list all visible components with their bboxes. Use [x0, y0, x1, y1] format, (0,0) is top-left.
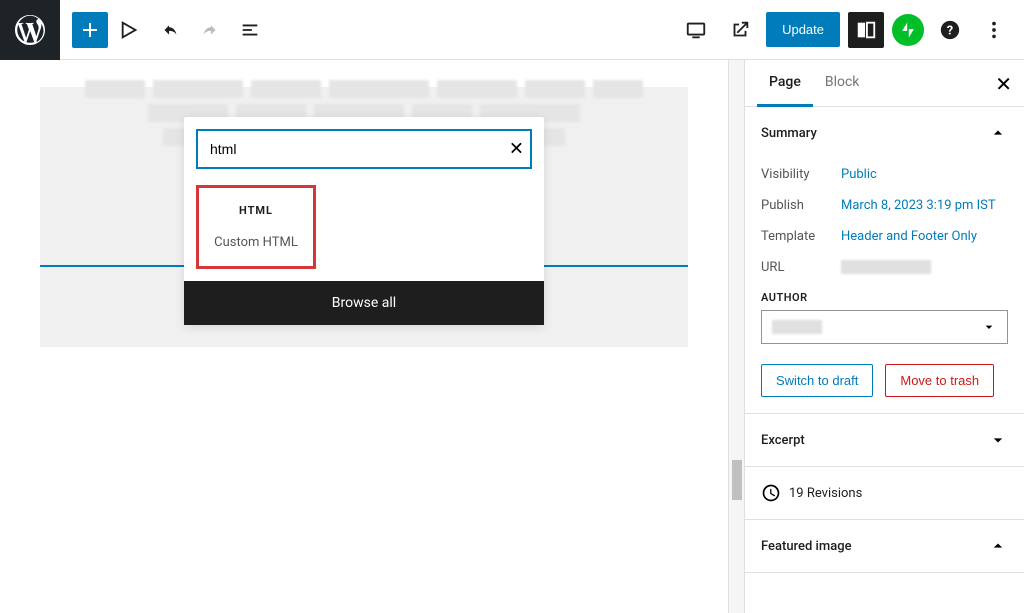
revisions-icon: [761, 483, 781, 503]
view-device-icon[interactable]: [678, 12, 714, 48]
block-label: Custom HTML: [207, 235, 305, 250]
html-block-icon: HTML: [207, 204, 305, 217]
tab-page[interactable]: Page: [757, 60, 813, 107]
switch-to-draft-button[interactable]: Switch to draft: [761, 364, 873, 397]
url-value[interactable]: [841, 260, 1008, 274]
move-to-trash-button[interactable]: Move to trash: [885, 364, 994, 397]
chevron-up-icon: [988, 123, 1008, 143]
visibility-label: Visibility: [761, 167, 841, 182]
template-label: Template: [761, 229, 841, 244]
excerpt-panel-header[interactable]: Excerpt: [745, 414, 1024, 466]
more-options-icon[interactable]: [976, 12, 1012, 48]
add-block-button[interactable]: [72, 12, 108, 48]
block-inserter-popover: ✕ HTML Custom HTML Browse all: [184, 117, 544, 325]
jetpack-icon[interactable]: [892, 14, 924, 46]
author-select[interactable]: [761, 310, 1008, 344]
close-sidebar-icon[interactable]: ✕: [995, 72, 1012, 97]
revisions-link[interactable]: 19 Revisions: [745, 467, 1024, 520]
wordpress-logo[interactable]: [0, 0, 60, 60]
featured-image-title: Featured image: [761, 539, 852, 554]
template-value[interactable]: Header and Footer Only: [841, 229, 1008, 244]
visibility-value[interactable]: Public: [841, 167, 1008, 182]
update-button[interactable]: Update: [766, 12, 840, 47]
revisions-text: 19 Revisions: [789, 486, 862, 501]
author-label: AUTHOR: [761, 291, 1008, 304]
undo-icon[interactable]: [152, 12, 188, 48]
url-label: URL: [761, 260, 841, 275]
redo-icon: [192, 12, 228, 48]
summary-panel-header[interactable]: Summary: [745, 107, 1024, 159]
external-link-icon[interactable]: [722, 12, 758, 48]
summary-title: Summary: [761, 126, 817, 141]
tools-icon[interactable]: [112, 12, 148, 48]
editor-canvas[interactable]: ✕ HTML Custom HTML Browse all: [0, 60, 728, 613]
excerpt-title: Excerpt: [761, 433, 805, 448]
inserter-search-input[interactable]: [196, 129, 532, 169]
help-icon[interactable]: ?: [932, 12, 968, 48]
chevron-up-icon: [988, 536, 1008, 556]
featured-image-panel-header[interactable]: Featured image: [745, 520, 1024, 572]
settings-sidebar: Page Block ✕ Summary Visibility Public P…: [744, 60, 1024, 613]
browse-all-button[interactable]: Browse all: [184, 281, 544, 325]
tab-block[interactable]: Block: [813, 60, 872, 106]
editor-scrollbar[interactable]: [728, 60, 744, 613]
clear-search-icon[interactable]: ✕: [509, 139, 524, 160]
settings-panel-toggle[interactable]: [848, 12, 884, 48]
publish-label: Publish: [761, 198, 841, 213]
chevron-down-icon: [981, 319, 997, 335]
custom-html-block-option[interactable]: HTML Custom HTML: [196, 185, 316, 269]
document-overview-icon[interactable]: [232, 12, 268, 48]
svg-text:?: ?: [947, 23, 953, 38]
chevron-down-icon: [988, 430, 1008, 450]
publish-value[interactable]: March 8, 2023 3:19 pm IST: [841, 198, 1008, 213]
